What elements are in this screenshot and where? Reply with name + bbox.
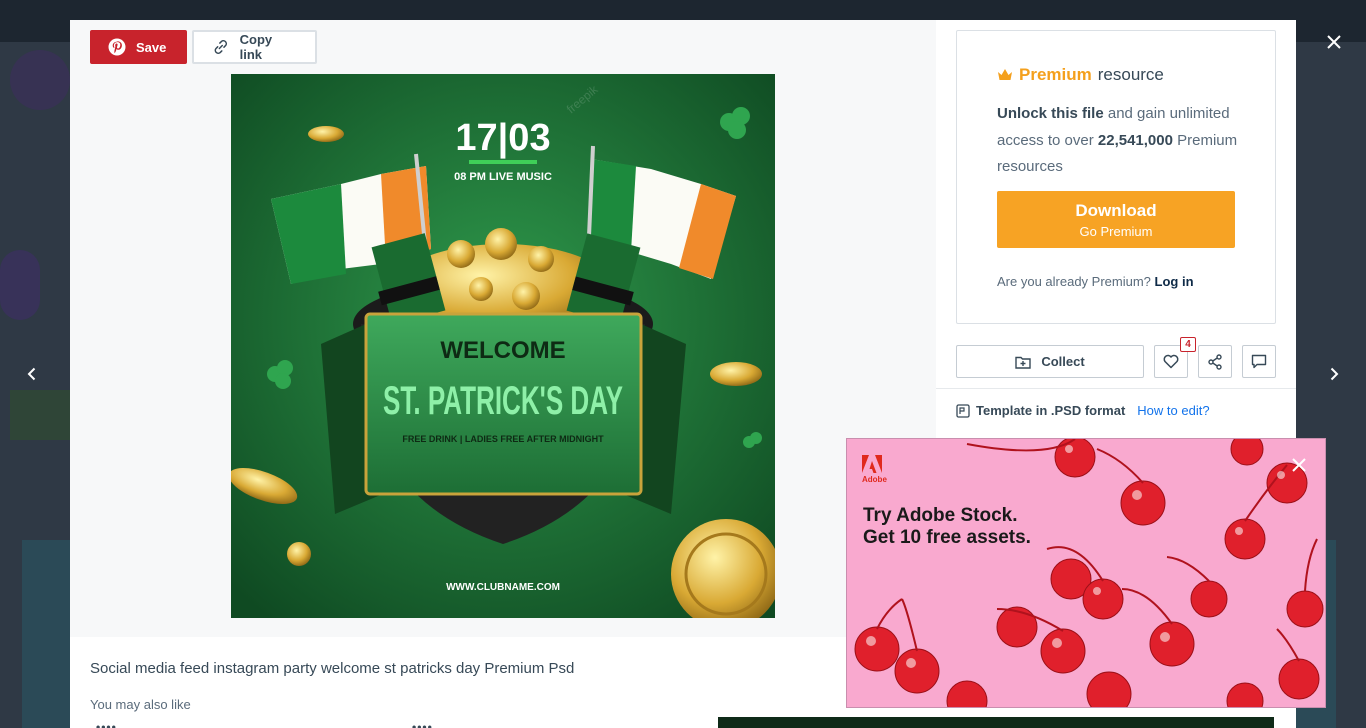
save-button[interactable]: Save — [90, 30, 187, 64]
preview-pane: Save Copy link 17|03 08 PM LIVE MUSIC WE… — [70, 20, 936, 637]
crown-icon — [998, 69, 1012, 80]
how-to-edit-link[interactable]: How to edit? — [1137, 403, 1209, 418]
preview-image: 17|03 08 PM LIVE MUSIC WELCOME ST. PATRI… — [231, 74, 775, 618]
format-info: Template in .PSD format How to edit? — [956, 403, 1210, 418]
flyer-tagline: FREE DRINK | LADIES FREE AFTER MIDNIGHT — [402, 434, 604, 444]
premium-description: Unlock this file and gain unlimited acce… — [997, 101, 1247, 181]
ad-headline: Try Adobe Stock. Get 10 free assets. — [863, 505, 1031, 549]
flyer-title: ST. PATRICK'S DAY — [383, 379, 623, 423]
related-thumb[interactable]: •••• — [412, 720, 433, 728]
panel-divider — [936, 388, 1296, 389]
chevron-right-icon — [1330, 367, 1339, 381]
go-premium-label: Go Premium — [1079, 224, 1153, 239]
adobe-logo: Adobe — [862, 455, 887, 484]
login-link[interactable]: Log in — [1155, 274, 1194, 289]
flyer-date: 17|03 — [455, 117, 550, 159]
file-format-icon — [956, 403, 970, 418]
resource-count: 22,541,000 — [1097, 131, 1173, 149]
adobe-logo-icon — [862, 455, 882, 473]
flyer-welcome: WELCOME — [440, 337, 565, 364]
share-icon — [1208, 353, 1222, 370]
backdrop-shape — [10, 50, 70, 110]
premium-card: Premium resource Unlock this file and ga… — [956, 30, 1276, 324]
collect-button[interactable]: Collect — [956, 345, 1144, 378]
like-count-badge: 4 — [1180, 337, 1196, 352]
also-like-heading: You may also like — [90, 697, 191, 712]
copy-link-label: Copy link — [239, 32, 273, 62]
st-patricks-flyer-artwork: 17|03 08 PM LIVE MUSIC WELCOME ST. PATRI… — [231, 74, 775, 618]
ad-line-1: Try Adobe Stock. — [863, 505, 1018, 526]
collect-icon — [1015, 356, 1032, 369]
link-icon — [214, 40, 228, 54]
format-text: Template in .PSD format — [976, 403, 1126, 418]
close-icon — [1292, 458, 1306, 472]
flyer-time: 08 PM LIVE MUSIC — [454, 171, 552, 183]
save-label: Save — [136, 39, 167, 55]
next-resource-button[interactable] — [1320, 360, 1348, 388]
heart-icon — [1163, 354, 1179, 369]
unlock-bold: Unlock this file — [997, 105, 1104, 122]
modal-close-button[interactable] — [1320, 28, 1348, 56]
ad-line-2: Get 10 free assets. — [863, 527, 1031, 548]
ad-close-button[interactable] — [1289, 455, 1309, 475]
related-thumb[interactable]: •••• — [96, 720, 117, 728]
download-label: Download — [1075, 201, 1157, 220]
download-button[interactable]: Download Go Premium — [997, 191, 1235, 248]
chevron-left-icon — [27, 367, 36, 381]
collect-label: Collect — [1041, 354, 1085, 369]
previous-resource-button[interactable] — [18, 360, 46, 388]
comment-button[interactable] — [1242, 345, 1276, 378]
already-premium-line: Are you already Premium? Log in — [997, 274, 1194, 289]
already-premium-text: Are you already Premium? — [997, 274, 1151, 289]
comment-icon — [1251, 354, 1267, 369]
cherries-pattern — [854, 439, 1324, 707]
premium-rest: resource — [1097, 65, 1164, 84]
backdrop-shape — [10, 390, 70, 440]
share-button[interactable] — [1198, 345, 1232, 378]
premium-heading: Premium resource — [997, 65, 1164, 85]
flyer-url: WWW.CLUBNAME.COM — [446, 582, 560, 593]
related-thumb[interactable] — [718, 717, 1274, 728]
adobe-brand-text: Adobe — [862, 475, 887, 484]
resource-title: Social media feed instagram party welcom… — [90, 660, 575, 677]
pinterest-icon — [108, 38, 126, 56]
adobe-stock-ad[interactable]: Adobe Try Adobe Stock. Get 10 free asset… — [846, 438, 1326, 708]
copy-link-button[interactable]: Copy link — [192, 30, 317, 64]
premium-highlight: Premium — [1019, 65, 1092, 84]
backdrop-shape — [0, 250, 40, 320]
backdrop-card — [22, 540, 70, 728]
close-icon — [1327, 35, 1341, 49]
